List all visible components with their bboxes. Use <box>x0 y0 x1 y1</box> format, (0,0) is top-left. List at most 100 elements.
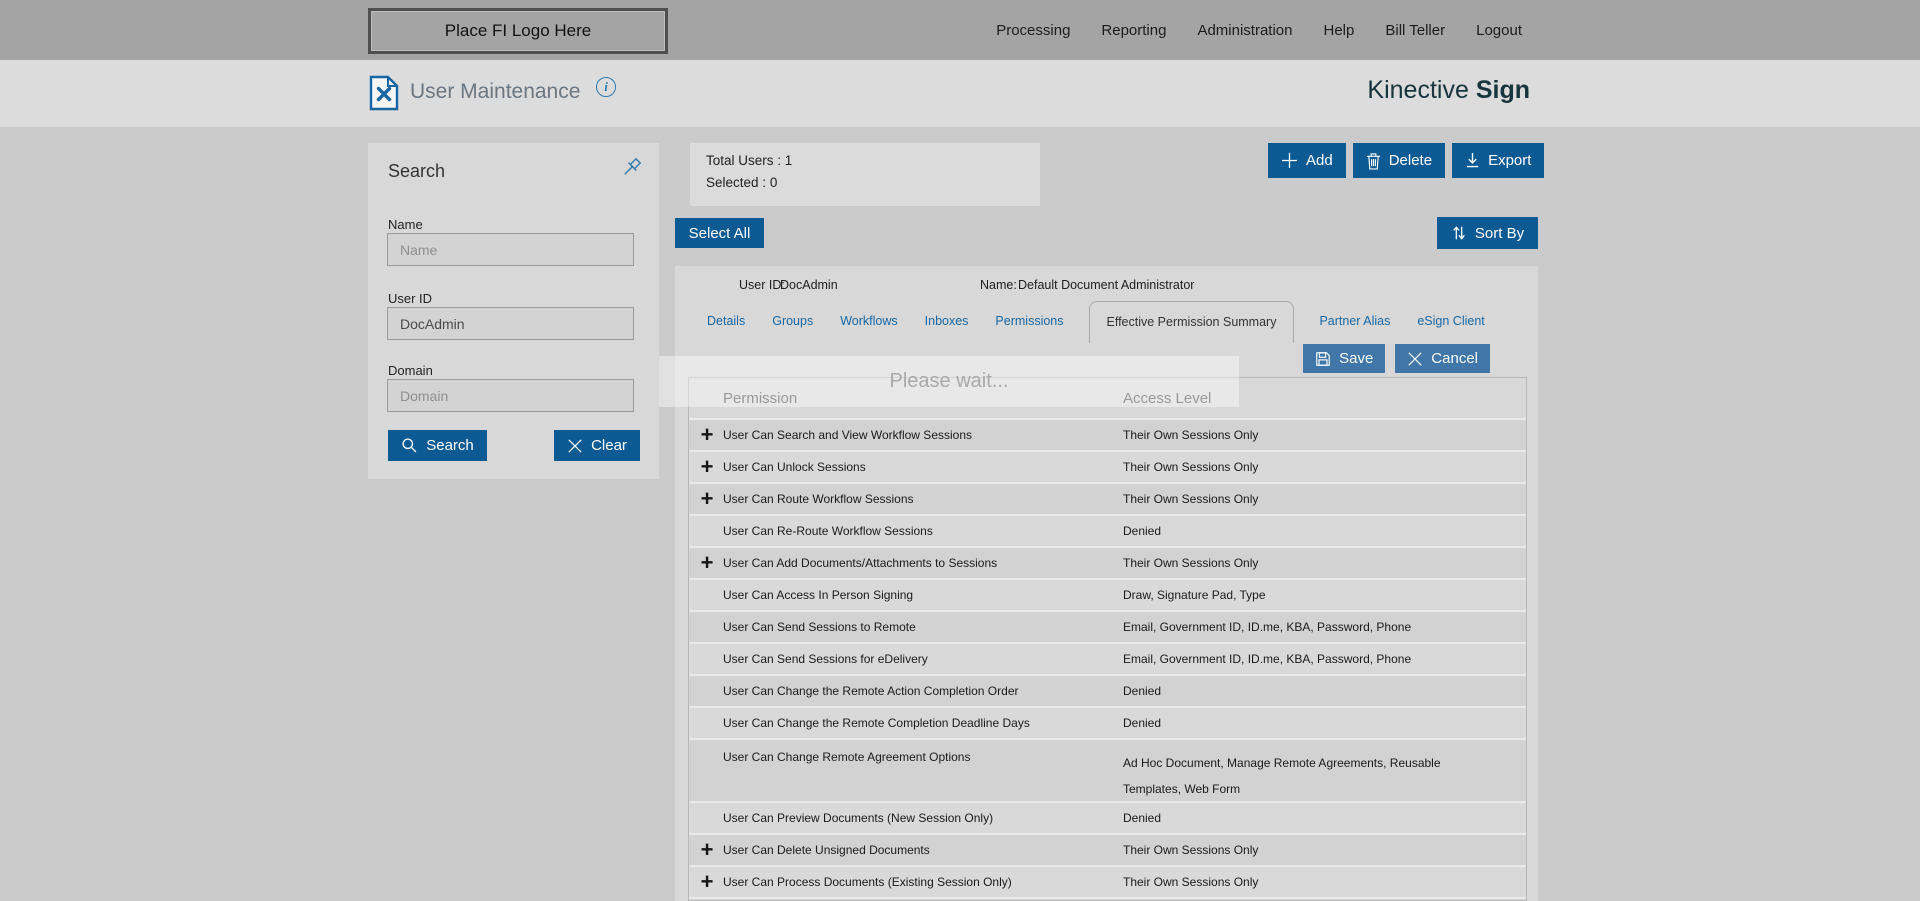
clear-button[interactable]: Clear <box>554 430 640 461</box>
table-row: + User Can Change the Remote Completion … <box>689 706 1526 738</box>
tab-workflows[interactable]: Workflows <box>838 314 899 343</box>
totals-box: Total Users : 1 Selected : 0 <box>690 143 1040 206</box>
expand-plus-icon[interactable]: + <box>698 424 716 446</box>
effective-permissions-table: Permission Access Level + User Can Searc… <box>688 377 1527 901</box>
permission-cell: User Can Search and View Workflow Sessio… <box>723 428 972 442</box>
plus-icon <box>1281 152 1298 169</box>
permission-cell: User Can Preview Documents (New Session … <box>723 811 994 825</box>
cancel-button[interactable]: Cancel <box>1395 344 1490 373</box>
total-users-value: 1 <box>784 153 793 168</box>
tab-partner-alias[interactable]: Partner Alias <box>1317 314 1392 343</box>
app-screen: Place FI Logo Here Processing Reporting … <box>0 0 1920 901</box>
search-icon <box>401 437 418 454</box>
info-icon[interactable]: i <box>596 77 616 97</box>
total-users-label: Total Users : <box>706 153 782 168</box>
table-row: + User Can Change Remote Agreement Optio… <box>689 738 1526 801</box>
download-icon <box>1465 152 1480 169</box>
permissions-table-body: + User Can Search and View Workflow Sess… <box>689 418 1526 900</box>
sort-by-button[interactable]: Sort By <box>1437 217 1538 249</box>
tab-effective-permission-summary[interactable]: Effective Permission Summary <box>1088 301 1295 343</box>
menu-item-user[interactable]: Bill Teller <box>1385 22 1445 39</box>
permission-cell: User Can Change the Remote Action Comple… <box>723 684 1019 698</box>
cancel-button-label: Cancel <box>1431 350 1478 367</box>
search-button-label: Search <box>426 437 474 454</box>
crud-toolbar: Add Delete Export <box>1268 143 1545 178</box>
access-level-cell: Denied <box>1123 524 1162 538</box>
name-field-label: Name <box>388 217 423 232</box>
permission-cell: User Can Send Sessions to Remote <box>723 620 916 634</box>
search-button[interactable]: Search <box>388 430 487 461</box>
tab-permissions[interactable]: Permissions <box>993 314 1065 343</box>
save-button-label: Save <box>1339 350 1374 367</box>
search-panel-title: Search <box>388 161 446 181</box>
permission-cell: User Can Access In Person Signing <box>723 588 914 602</box>
table-row: + User Can Re-Route Workflow Sessions De… <box>689 514 1526 546</box>
table-row: + User Can Search and View Workflow Sess… <box>689 418 1526 450</box>
access-level-cell: Their Own Sessions Only <box>1123 492 1259 506</box>
name-input[interactable] <box>387 233 634 266</box>
access-level-cell: Denied <box>1123 811 1162 825</box>
name-label: Name: <box>980 278 1017 292</box>
user-id-value: DocAdmin <box>780 278 838 292</box>
clear-button-label: Clear <box>591 437 627 454</box>
save-button[interactable]: Save <box>1303 344 1386 373</box>
name-value: Default Document Administrator <box>1018 278 1195 292</box>
table-row: + User Can Access In Person Signing Draw… <box>689 578 1526 610</box>
pin-icon[interactable] <box>619 157 643 181</box>
selected-line: Selected : 0 <box>706 175 1040 190</box>
export-button[interactable]: Export <box>1452 143 1545 178</box>
permission-cell: User Can Add Documents/Attachments to Se… <box>723 556 998 570</box>
clear-x-icon <box>567 438 583 454</box>
brand-logo: Kinective Sign <box>1367 76 1530 105</box>
fi-logo-text: Place FI Logo Here <box>444 21 592 40</box>
permission-cell: User Can Unlock Sessions <box>723 460 866 474</box>
tab-details[interactable]: Details <box>705 314 747 343</box>
domain-field-label: Domain <box>388 363 433 378</box>
expand-plus-icon[interactable]: + <box>698 488 716 510</box>
menu-item-help[interactable]: Help <box>1324 22 1355 39</box>
add-button[interactable]: Add <box>1268 143 1346 178</box>
fi-logo-placeholder: Place FI Logo Here <box>368 8 668 54</box>
permission-cell: User Can Change Remote Agreement Options <box>723 750 971 764</box>
table-row: + User Can Route Workflow Sessions Their… <box>689 482 1526 514</box>
menu-item-logout[interactable]: Logout <box>1476 22 1522 39</box>
permission-cell: User Can Change the Remote Completion De… <box>723 716 1030 730</box>
tab-groups[interactable]: Groups <box>770 314 815 343</box>
expand-plus-icon[interactable]: + <box>698 552 716 574</box>
top-navigation-bar: Place FI Logo Here Processing Reporting … <box>0 0 1920 60</box>
access-level-cell: Email, Government ID, ID.me, KBA, Passwo… <box>1123 620 1412 634</box>
selected-value: 0 <box>769 175 778 190</box>
table-row: + User Can Send Sessions for eDelivery E… <box>689 642 1526 674</box>
access-level-cell: Ad Hoc Document, Manage Remote Agreement… <box>1123 756 1441 796</box>
user-maintenance-document-tools-icon <box>369 75 399 111</box>
permission-cell: User Can Process Documents (Existing Ses… <box>723 875 1012 889</box>
domain-input[interactable] <box>387 379 634 412</box>
top-menu: Processing Reporting Administration Help… <box>996 0 1522 60</box>
selected-label: Selected : <box>706 175 767 190</box>
table-row: + User Can Add Documents/Attachments to … <box>689 546 1526 578</box>
table-row: + User Can Send Sessions to Remote Email… <box>689 610 1526 642</box>
loading-text: Please wait... <box>889 370 1009 392</box>
access-level-cell: Their Own Sessions Only <box>1123 875 1259 889</box>
tab-esign-client[interactable]: eSign Client <box>1415 314 1486 343</box>
expand-plus-icon[interactable]: + <box>698 871 716 893</box>
select-all-button[interactable]: Select All <box>675 218 764 248</box>
menu-item-reporting[interactable]: Reporting <box>1101 22 1166 39</box>
sort-by-label: Sort By <box>1474 224 1525 242</box>
permission-cell: User Can Route Workflow Sessions <box>723 492 914 506</box>
user-id-field-label: User ID <box>388 291 433 306</box>
menu-item-administration[interactable]: Administration <box>1197 22 1292 39</box>
tab-inboxes[interactable]: Inboxes <box>923 314 971 343</box>
cancel-x-icon <box>1407 351 1423 367</box>
expand-plus-icon[interactable]: + <box>698 456 716 478</box>
menu-item-processing[interactable]: Processing <box>996 22 1070 39</box>
delete-button[interactable]: Delete <box>1352 143 1446 178</box>
expand-plus-icon[interactable]: + <box>698 839 716 861</box>
save-cancel-toolbar: Save Cancel <box>1303 344 1490 373</box>
trash-icon <box>1366 152 1381 170</box>
user-id-input[interactable] <box>387 307 634 340</box>
search-panel: Search Name User ID Domain Search <box>368 143 659 479</box>
table-row: + User Can Process Documents (Existing S… <box>689 865 1526 897</box>
permission-cell: User Can Re-Route Workflow Sessions <box>723 524 933 538</box>
delete-button-label: Delete <box>1388 152 1433 169</box>
